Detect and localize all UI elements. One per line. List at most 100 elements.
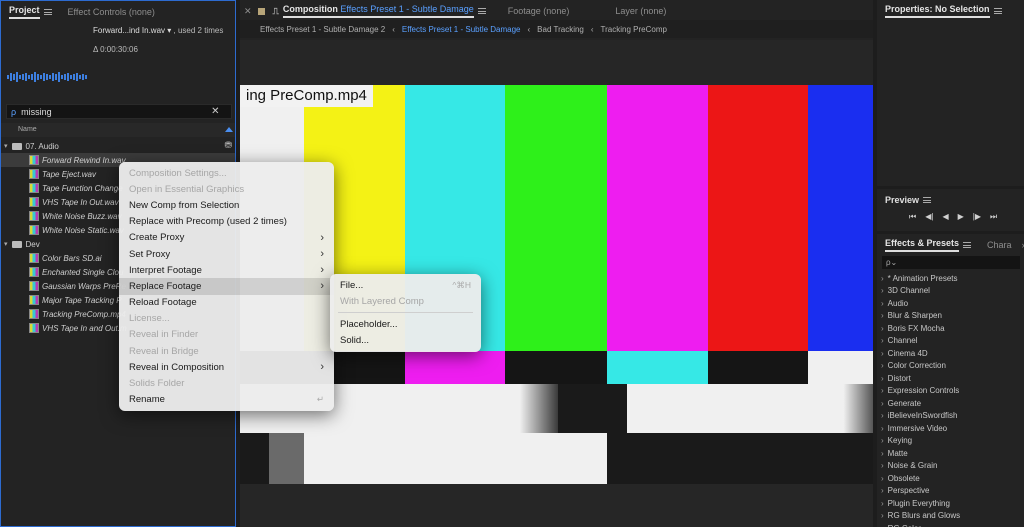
color-bar-green — [505, 85, 607, 351]
footage-icon — [29, 225, 39, 235]
chevron-right-icon: › — [881, 448, 884, 458]
panel-menu-icon[interactable] — [477, 8, 486, 14]
effects-category-item[interactable]: › RG Blurs and Glows — [881, 510, 1023, 523]
lower-gray — [269, 433, 304, 484]
effects-category-item[interactable]: › Boris FX Mocha — [881, 322, 1023, 335]
dropdown-arrow-icon[interactable]: ▾ — [167, 26, 171, 35]
comp-nav-item[interactable]: Effects Preset 1 - Subtle Damage 2 — [240, 25, 392, 34]
row-label: VHS Tape In Out.wav — [42, 197, 119, 207]
effects-category-item[interactable]: › iBelieveInSwordfish — [881, 410, 1023, 423]
menu-item-replace-with-precomp-used-2-times[interactable]: Replace with Precomp (used 2 times) — [119, 214, 334, 230]
effects-category-item[interactable]: › * Animation Presets — [881, 272, 1023, 285]
effects-category-item[interactable]: › Generate — [881, 397, 1023, 410]
play-icon[interactable]: ▶ — [958, 212, 964, 222]
tab-character[interactable]: Chara — [979, 234, 1020, 256]
tab-effects-presets[interactable]: Effects & Presets — [877, 234, 979, 256]
close-icon[interactable]: ✕ — [240, 0, 256, 22]
effects-category-item[interactable]: › 3D Channel — [881, 285, 1023, 298]
menu-item-reveal-in-finder: Reveal in Finder — [129, 329, 199, 341]
effects-category-item[interactable]: › Color Correction — [881, 360, 1023, 373]
lock-icon[interactable]: ⎍ — [273, 6, 279, 17]
column-header-name[interactable]: Name — [1, 123, 235, 137]
effects-category-item[interactable]: › Immersive Video — [881, 422, 1023, 435]
effects-category-item[interactable]: › Blur & Sharpen — [881, 310, 1023, 323]
flowchart-icon[interactable]: ⛃ — [224, 140, 232, 151]
menu-item-create-proxy[interactable]: Create Proxy › — [119, 230, 334, 246]
play-reverse-icon[interactable]: ◀ — [942, 212, 948, 222]
footage-icon — [29, 281, 39, 291]
comp-nav-item[interactable]: Bad Tracking — [530, 25, 591, 34]
effects-category-item[interactable]: › Distort — [881, 372, 1023, 385]
effects-category-item[interactable]: › Plugin Everything — [881, 497, 1023, 510]
chevron-right-icon: › — [881, 361, 884, 371]
expand-caret-icon[interactable]: ▾ — [4, 142, 8, 150]
chevron-right-icon: › — [881, 348, 884, 358]
comp-nav-item[interactable]: Tracking PreComp — [594, 25, 674, 34]
preview-controls: ⏮ ◀| ◀ ▶ |▶ ⏭ — [909, 212, 997, 222]
comp-nav-item-current[interactable]: Effects Preset 1 - Subtle Damage — [395, 25, 528, 34]
row-label: 07. Audio — [25, 141, 59, 151]
menu-item-new-comp-from-selection[interactable]: New Comp from Selection — [119, 197, 334, 213]
overflow-chevron-icon[interactable]: » — [1020, 234, 1024, 256]
footage-icon — [29, 155, 39, 165]
effects-category-item[interactable]: › Cinema 4D — [881, 347, 1023, 360]
tab-project[interactable]: Project — [1, 1, 60, 23]
next-frame-icon[interactable]: |▶ — [973, 212, 981, 222]
row-label: White Noise Static.wav — [42, 225, 124, 235]
previous-frame-icon[interactable]: ◀| — [925, 212, 933, 222]
project-tabs: Project Effect Controls (none) — [1, 1, 235, 23]
expand-caret-icon[interactable]: ▾ — [4, 240, 8, 248]
context-menu: Composition Settings... Open in Essential… — [119, 162, 334, 411]
tab-preview[interactable]: Preview — [877, 189, 939, 211]
sort-ascending-icon — [225, 127, 233, 132]
effects-search-input[interactable]: ρ⌄ — [882, 256, 1020, 269]
menu-item-replace-footage[interactable]: Replace Footage › — [119, 278, 334, 295]
project-search[interactable]: ρ ✕ — [6, 104, 232, 119]
first-frame-icon[interactable]: ⏮ — [909, 212, 916, 222]
composition-panel: ✕ ⎍ Composition Effects Preset 1 - Subtl… — [240, 0, 873, 527]
menu-item-interpret-footage[interactable]: Interpret Footage › — [119, 262, 334, 278]
menu-item-reveal-in-composition[interactable]: Reveal in Composition › — [119, 359, 334, 375]
effects-category-item[interactable]: › Perspective — [881, 485, 1023, 498]
row-label: VHS Tape In and Out.m — [42, 323, 127, 333]
menu-item-with-layered-comp: With Layered Comp — [340, 295, 424, 307]
menu-item-placeholder[interactable]: Placeholder... — [330, 316, 481, 332]
effects-category-item[interactable]: › Channel — [881, 335, 1023, 348]
tab-footage[interactable]: Footage (none) — [500, 0, 578, 22]
footage-icon — [29, 267, 39, 277]
menu-item-solid[interactable]: Solid... — [330, 333, 481, 349]
effects-category-item[interactable]: › Matte — [881, 447, 1023, 460]
panel-menu-icon[interactable] — [43, 9, 52, 15]
menu-item-file[interactable]: File... ^⌘H — [330, 277, 481, 293]
lower-white-right — [627, 384, 873, 433]
last-frame-icon[interactable]: ⏭ — [990, 212, 997, 222]
tab-composition[interactable]: ⎍ Composition Effects Preset 1 - Subtle … — [267, 0, 492, 22]
effects-category-item[interactable]: › Keying — [881, 435, 1023, 448]
effects-category-item[interactable]: › Noise & Grain — [881, 460, 1023, 473]
tab-layer[interactable]: Layer (none) — [607, 0, 674, 22]
panel-menu-icon[interactable] — [993, 8, 1002, 14]
footage-icon — [29, 211, 39, 221]
panel-menu-icon[interactable] — [963, 242, 972, 248]
folder-row[interactable]: ▾ 07. Audio — [1, 139, 235, 153]
search-icon: ρ — [11, 106, 17, 117]
menu-item-set-proxy[interactable]: Set Proxy › — [119, 246, 334, 262]
effects-category-item[interactable]: ›RG Color — [881, 522, 1023, 527]
effects-category-item[interactable]: › Audio — [881, 297, 1023, 310]
search-input[interactable] — [21, 106, 212, 117]
submenu-arrow-icon: › — [320, 248, 324, 261]
effects-category-item[interactable]: › Expression Controls — [881, 385, 1023, 398]
panel-menu-icon[interactable] — [923, 197, 932, 203]
strip-cyan — [607, 351, 708, 384]
clear-search-icon[interactable]: ✕ — [211, 106, 219, 117]
chevron-right-icon: › — [881, 473, 884, 483]
tab-properties[interactable]: Properties: No Selection — [877, 0, 1010, 22]
replace-footage-submenu: File... ^⌘H With Layered Comp Placeholder..… — [330, 274, 481, 352]
menu-item-reload-footage[interactable]: Reload Footage — [119, 295, 334, 311]
submenu-arrow-icon: › — [320, 264, 324, 277]
strip-white — [808, 351, 873, 384]
effects-category-item[interactable]: › Obsolete — [881, 472, 1023, 485]
chevron-right-icon: › — [881, 286, 884, 296]
menu-item-rename[interactable]: Rename ↵ — [119, 392, 334, 408]
tab-effect-controls[interactable]: Effect Controls (none) — [60, 1, 163, 23]
